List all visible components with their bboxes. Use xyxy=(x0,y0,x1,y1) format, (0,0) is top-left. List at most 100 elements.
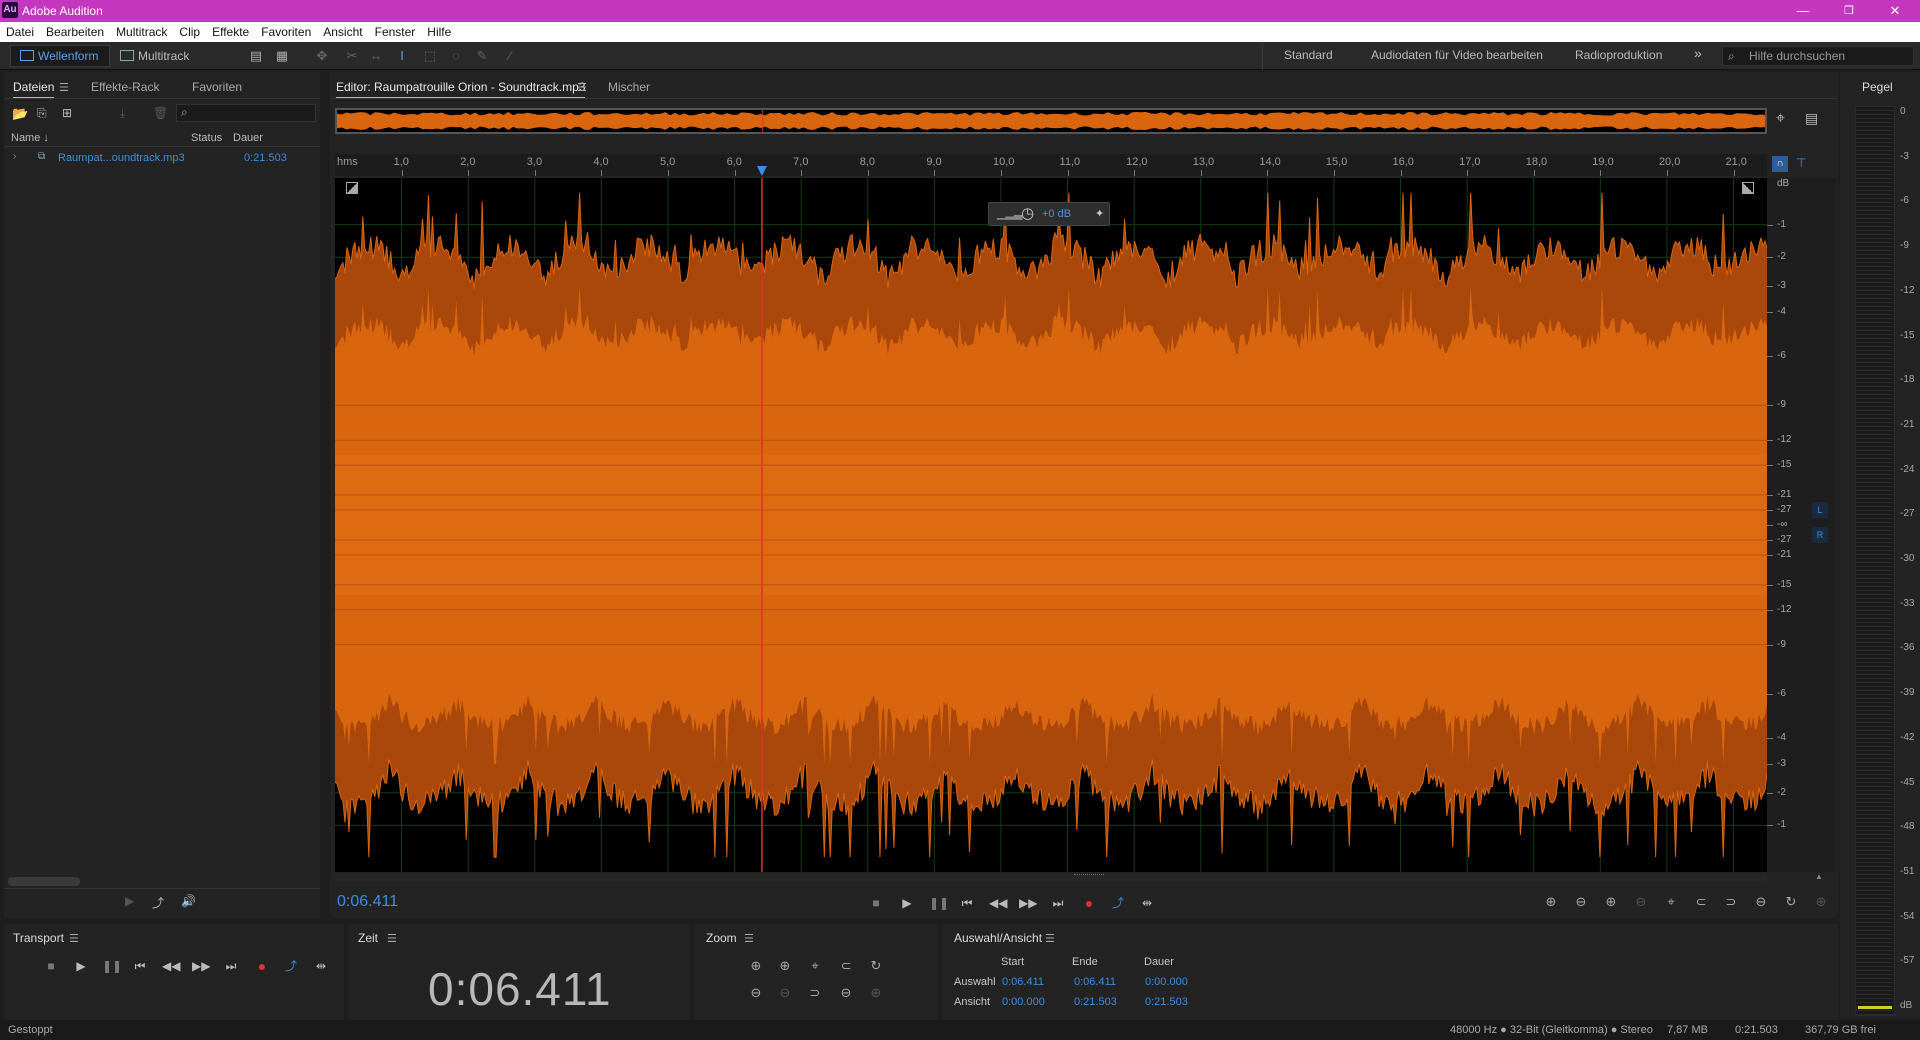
minimize-button[interactable]: — xyxy=(1780,0,1826,22)
menu-fenster[interactable]: Fenster xyxy=(369,22,422,42)
files-search-input[interactable] xyxy=(176,104,316,122)
tab-effekte-rack[interactable]: Effekte-Rack xyxy=(91,80,159,94)
waveform-view[interactable] xyxy=(334,178,1768,872)
sel-duration-value[interactable]: 0:00.000 xyxy=(1145,976,1188,988)
file-row[interactable]: › ⧉ Raumpat...oundtrack.mp3 0:21.503 xyxy=(4,150,320,168)
zoom-full-icon[interactable]: ⊕ xyxy=(1811,892,1831,912)
hud-pin-icon[interactable]: ✦ xyxy=(1095,203,1104,225)
transport-stop-icon[interactable]: ■ xyxy=(42,957,60,975)
transport-rewind-icon[interactable]: ◀◀ xyxy=(162,957,180,975)
zoom-out-full-icon[interactable]: ⊖ xyxy=(1631,892,1651,912)
menu-multitrack[interactable]: Multitrack xyxy=(110,22,173,42)
overview-waveform[interactable] xyxy=(335,108,1767,134)
zp-zoom-out-full-icon[interactable]: ⊖ xyxy=(775,983,795,1003)
zp-zoom-full-icon[interactable]: ⊕ xyxy=(866,983,886,1003)
view-duration-value[interactable]: 0:21.503 xyxy=(1145,996,1188,1008)
tab-dateien[interactable]: Dateien xyxy=(13,80,55,98)
channel-left-toggle[interactable]: L xyxy=(1812,502,1828,518)
zoom-in-right-icon[interactable]: ⊃ xyxy=(1721,892,1741,912)
razor-tool-icon[interactable]: ✂ xyxy=(344,48,360,64)
zp-zoom-out-time-icon[interactable]: ⊖ xyxy=(836,983,856,1003)
marker-pin-icon[interactable]: ⊤ xyxy=(1796,156,1806,170)
zoom-in-amplitude-icon[interactable]: ⊕ xyxy=(1541,892,1561,912)
open-file-icon[interactable]: 📂 xyxy=(12,106,28,122)
marquee-tool-icon[interactable]: ⬚ xyxy=(422,48,438,64)
transport-menu-icon[interactable]: ☰ xyxy=(69,932,79,945)
channel-right-toggle[interactable]: R xyxy=(1812,527,1828,543)
stop-icon[interactable]: ■ xyxy=(867,894,885,912)
editor-menu-icon[interactable]: ☰ xyxy=(577,81,587,94)
fade-out-handle-icon[interactable] xyxy=(1742,182,1754,194)
menu-bearbeiten[interactable]: Bearbeiten xyxy=(40,22,110,42)
menu-ansicht[interactable]: Ansicht xyxy=(317,22,368,42)
zp-zoom-in-time-icon[interactable]: ⊕ xyxy=(775,956,795,976)
transport-skip-start-icon[interactable]: ⏮ xyxy=(131,957,149,975)
hud-gain-value[interactable]: +0 dB xyxy=(1042,203,1071,225)
column-status[interactable]: Status xyxy=(191,132,222,144)
brush-tool-icon[interactable]: ✎ xyxy=(474,48,490,64)
transport-play-icon[interactable]: ▶ xyxy=(72,957,90,975)
zoom-reset-icon[interactable]: ↻ xyxy=(1781,892,1801,912)
scroll-up-icon[interactable]: ▲ xyxy=(1815,872,1823,881)
zoom-in-time-icon[interactable]: ⊕ xyxy=(1601,892,1621,912)
workspace-standard[interactable]: Standard xyxy=(1284,48,1333,62)
spectral-frequency-icon[interactable]: ▤ xyxy=(248,48,264,64)
menu-effekte[interactable]: Effekte xyxy=(206,22,255,42)
workspace-video[interactable]: Audiodaten für Video bearbeiten xyxy=(1371,48,1543,62)
lasso-tool-icon[interactable]: ◌ xyxy=(448,48,464,64)
zp-zoom-in-right-icon[interactable]: ⊃ xyxy=(805,983,825,1003)
tab-mischer[interactable]: Mischer xyxy=(608,80,650,94)
hud-gain-control[interactable]: ▁▂▃ ◷ +0 dB ✦ xyxy=(988,202,1110,226)
record-icon[interactable]: ● xyxy=(1080,894,1098,912)
scroll-grip[interactable] xyxy=(1074,874,1104,878)
zoom-selection-icon[interactable]: ⌖ xyxy=(1661,892,1681,912)
zp-zoom-reset-icon[interactable]: ↻ xyxy=(866,956,886,976)
expand-chevron-icon[interactable]: › xyxy=(13,151,16,162)
transport-loop-icon[interactable]: ⤴ xyxy=(282,957,300,975)
tab-favoriten[interactable]: Favoriten xyxy=(192,80,242,94)
sel-end-value[interactable]: 0:06.411 xyxy=(1074,976,1116,988)
time-menu-icon[interactable]: ☰ xyxy=(387,932,397,945)
menu-favoriten[interactable]: Favoriten xyxy=(255,22,317,42)
healing-tool-icon[interactable]: ⁄ xyxy=(502,48,518,64)
workspace-radio[interactable]: Radioproduktion xyxy=(1575,48,1662,62)
panel-options-icon[interactable]: ▤ xyxy=(1805,110,1818,127)
selection-menu-icon[interactable]: ☰ xyxy=(1045,932,1055,945)
sel-start-value[interactable]: 0:06.411 xyxy=(1002,976,1044,988)
time-selection-tool-icon[interactable]: I xyxy=(394,48,410,64)
move-tool-icon[interactable]: ✥ xyxy=(314,48,330,64)
skip-selection-icon[interactable]: ⇹ xyxy=(1138,894,1156,912)
menu-clip[interactable]: Clip xyxy=(173,22,206,42)
editor-current-time[interactable]: 0:06.411 xyxy=(337,893,398,911)
view-start-value[interactable]: 0:00.000 xyxy=(1002,996,1045,1008)
mode-waveform-button[interactable]: Wellenform xyxy=(16,46,98,66)
gain-knob-icon[interactable]: ◷ xyxy=(1021,203,1034,225)
view-end-value[interactable]: 0:21.503 xyxy=(1074,996,1117,1008)
rewind-icon[interactable]: ◀◀ xyxy=(989,894,1007,912)
snap-icon[interactable]: ∩ xyxy=(1772,156,1788,172)
zoom-out-amplitude-icon[interactable]: ⊖ xyxy=(1571,892,1591,912)
close-button[interactable]: ✕ xyxy=(1872,0,1918,22)
new-file-icon[interactable]: ⊞ xyxy=(62,106,72,120)
menu-hilfe[interactable]: Hilfe xyxy=(421,22,457,42)
playhead-handle-icon[interactable] xyxy=(756,166,767,176)
help-search-input[interactable]: Hilfe durchsuchen xyxy=(1722,46,1914,66)
slip-tool-icon[interactable]: ↔ xyxy=(368,48,384,64)
transport-skip-selection-icon[interactable]: ⇹ xyxy=(312,957,330,975)
fade-in-handle-icon[interactable] xyxy=(346,182,358,194)
zp-zoom-out-amp-icon[interactable]: ⊖ xyxy=(746,983,766,1003)
mode-multitrack-button[interactable]: Multitrack xyxy=(116,46,189,66)
transport-fast-forward-icon[interactable]: ▶▶ xyxy=(192,957,210,975)
zp-zoom-in-left-icon[interactable]: ⊂ xyxy=(836,956,856,976)
transport-record-icon[interactable]: ● xyxy=(253,957,271,975)
autoplay-icon[interactable]: 🔊 xyxy=(181,894,196,908)
zoom-out-time-icon[interactable]: ⊖ xyxy=(1751,892,1771,912)
panel-menu-icon[interactable]: ☰ xyxy=(59,81,69,94)
loop-preview-icon[interactable]: ⤴ xyxy=(152,894,164,911)
menu-datei[interactable]: Datei xyxy=(0,22,40,42)
play-preview-icon[interactable]: ▶ xyxy=(125,894,134,908)
transport-skip-end-icon[interactable]: ⏭ xyxy=(222,957,240,975)
zp-zoom-selection-icon[interactable]: ⌖ xyxy=(805,956,825,976)
tab-editor[interactable]: Editor: Raumpatrouille Orion - Soundtrac… xyxy=(336,80,586,98)
delete-icon[interactable]: 🗑 xyxy=(153,106,168,120)
